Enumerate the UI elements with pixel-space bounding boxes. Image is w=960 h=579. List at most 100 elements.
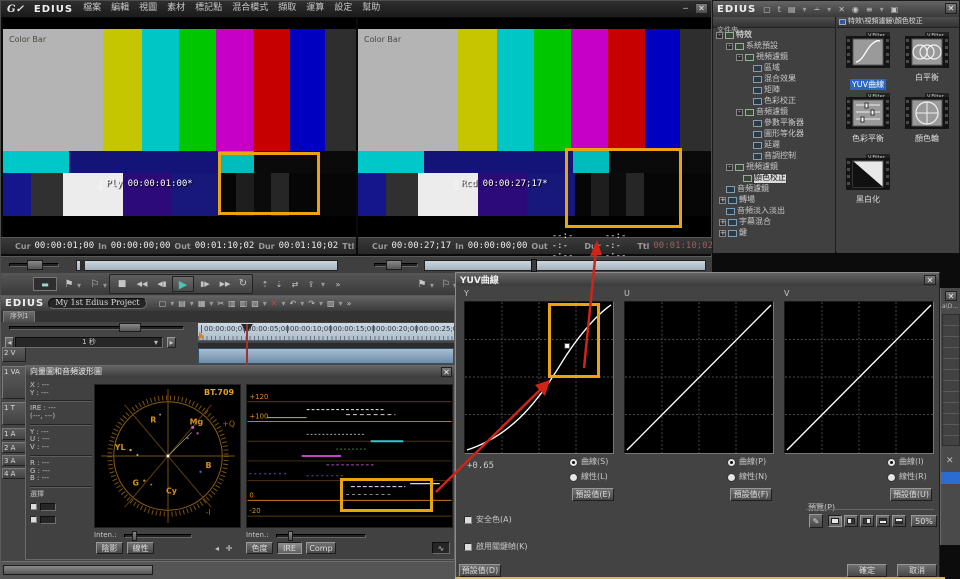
transport-dropdown[interactable]: ▾ (319, 277, 327, 291)
safe-color-checkbox[interactable]: 安全色(A) (464, 516, 512, 525)
yuv-curve-effect-icon[interactable]: V.Filter (846, 32, 890, 68)
track-header-2a[interactable]: 2 A (2, 442, 26, 453)
tree-item[interactable]: 音頻淡入淡出 (726, 206, 835, 217)
tree-item[interactable]: 矩陣 (753, 85, 835, 96)
y-preset-button[interactable]: 預設值(E) (572, 488, 614, 501)
u-preset-button[interactable]: 預設值(F) (730, 488, 772, 501)
export-icon[interactable]: ⇪ (305, 277, 317, 291)
set-in-dropdown[interactable]: ▾ (75, 280, 83, 290)
palette-tool-dock-icon[interactable]: ∸ (813, 5, 820, 14)
palette-tool-palette-icon[interactable]: ◉ (852, 5, 859, 14)
export-down-icon[interactable]: ⇣ (273, 277, 285, 291)
tree-item[interactable]: +轉場 (719, 195, 835, 206)
keyframe-checkbox[interactable]: 啟用關鍵幀(K) (464, 543, 528, 552)
effect-item-color-balance[interactable]: V.Filter 色彩平衡 (842, 93, 894, 151)
u-curve-radio[interactable]: 曲線(P) (727, 458, 766, 467)
zoom-right-button[interactable]: ▸ (167, 337, 176, 348)
palette-tool-layout-icon[interactable]: ▤ (788, 5, 796, 14)
menu-mode[interactable]: 混合模式 (232, 4, 268, 14)
tree-item[interactable]: 混合效果 (753, 74, 835, 85)
preview-split-top-button[interactable] (876, 515, 890, 527)
tree-item[interactable]: -視頻濾鏡 (726, 162, 835, 173)
set-out-button[interactable]: ⚐ (89, 276, 101, 292)
u-linear-radio[interactable]: 線性(N) (727, 473, 767, 482)
new-dropdown[interactable]: ▾ (170, 299, 174, 308)
menu-clip[interactable]: 素材 (167, 4, 185, 14)
radio-curve-u[interactable] (727, 458, 736, 467)
capture-tape-icon[interactable]: ▬ (33, 277, 57, 291)
tree-expander[interactable]: - (716, 32, 723, 39)
vector-inten-thumb[interactable] (132, 531, 137, 541)
tree-item[interactable]: 參數平衡器 (753, 118, 835, 129)
rec-set-in-button[interactable]: ⚑ (416, 276, 428, 292)
palette-tool-dropdown3[interactable]: ▾ (880, 5, 884, 14)
white-balance-effect-icon[interactable]: V.Filter (905, 32, 949, 68)
paste-dropdown[interactable]: ▾ (263, 299, 267, 308)
y-curve-radio[interactable]: 曲線(S) (569, 458, 608, 467)
set-in-button[interactable]: ⚑ (63, 276, 75, 292)
tree-expander[interactable]: - (726, 43, 733, 50)
vector-linear-button[interactable]: 線性 (127, 542, 154, 554)
redo-dropdown[interactable]: ▾ (319, 299, 323, 308)
menu-settings[interactable]: 設定 (334, 4, 352, 14)
y-linear-radio[interactable]: 線性(L) (569, 473, 608, 482)
menu-capture[interactable]: 擷取 (278, 4, 296, 14)
tree-expander[interactable]: - (726, 164, 733, 171)
v-preset-button[interactable]: 預設值(U) (890, 488, 932, 501)
ffwd-button[interactable]: ▶▶ (215, 277, 235, 291)
tree-expander[interactable]: - (736, 109, 743, 116)
play-button[interactable]: ▶ (172, 276, 194, 292)
palette-tool-window-icon[interactable]: ▢ (763, 5, 771, 14)
menu-edit[interactable]: 編輯 (111, 4, 129, 14)
tree-item[interactable]: -系統預設 (726, 41, 835, 52)
track-header-4a[interactable]: 4 A (2, 468, 26, 479)
undo-dropdown[interactable]: ▾ (300, 299, 304, 308)
player-scrub-position[interactable] (80, 260, 85, 271)
wave-mode-icon[interactable]: ∿ (432, 542, 450, 554)
copy-icon[interactable]: ▥ (228, 299, 236, 308)
scope-close-button[interactable]: ✕ (441, 367, 452, 377)
sequence-tab[interactable]: 序列1 (3, 311, 35, 322)
wave-inten-thumb[interactable] (288, 531, 293, 541)
tree-expander[interactable]: + (719, 230, 726, 237)
palette-tool-dropdown[interactable]: ▾ (802, 5, 806, 14)
scope-option-field[interactable] (40, 516, 56, 524)
vector-shadow-button[interactable]: 陰影 (96, 542, 123, 554)
v-curve-radio[interactable]: 曲線(I) (887, 458, 924, 467)
close-button[interactable]: ✕ (695, 3, 708, 14)
scope-option-field[interactable] (40, 503, 56, 511)
save-project-icon[interactable]: ▦ (198, 299, 206, 308)
u-curve-editor[interactable] (624, 301, 774, 454)
radio-linear-u[interactable] (727, 473, 736, 482)
open-dropdown[interactable]: ▾ (190, 299, 194, 308)
palette-close-button[interactable]: ✕ (945, 3, 957, 14)
timeline-zoom-slider[interactable] (9, 326, 184, 330)
player-scrub-bar[interactable] (76, 260, 338, 271)
zoom-value-field[interactable]: 1 秒 (15, 337, 163, 348)
strip-delete-icon[interactable]: ✕ (946, 456, 954, 466)
toolbar-more-chevron[interactable]: » (347, 299, 352, 308)
recorder-scrub-position[interactable] (531, 259, 537, 272)
tree-item[interactable]: -音頻濾鏡 (736, 107, 835, 118)
tree-expander[interactable]: - (736, 54, 743, 61)
radio-curve-v[interactable] (887, 458, 896, 467)
mode-dropdown[interactable]: ▾ (339, 299, 343, 308)
menu-marker[interactable]: 標記點 (195, 4, 222, 14)
v-curve-editor[interactable] (784, 301, 934, 454)
rec-set-in-dropdown[interactable]: ▾ (428, 280, 436, 290)
loop-play-button[interactable]: ↻ (235, 276, 251, 291)
default-all-button[interactable]: 預設值(D) (459, 564, 501, 577)
wave-ire-button[interactable]: IRE (277, 542, 302, 554)
wave-comp-button[interactable]: Comp (306, 542, 336, 554)
tree-expander[interactable]: + (719, 197, 726, 204)
next-frame-button[interactable]: ▮▶ (196, 277, 214, 291)
wave-chroma-button[interactable]: 色度 (246, 542, 273, 554)
yuv-dialog-close-button[interactable]: ✕ (924, 275, 936, 285)
tree-expander[interactable]: + (719, 219, 726, 226)
palette-tool-text-icon[interactable]: t (778, 5, 781, 14)
open-project-icon[interactable]: ▤ (178, 299, 186, 308)
recorder-shuttle-thumb[interactable] (386, 260, 402, 270)
color-balance-effect-icon[interactable]: V.Filter (846, 93, 890, 129)
save-dropdown[interactable]: ▾ (209, 299, 213, 308)
preview-split-right-button[interactable] (860, 515, 874, 527)
